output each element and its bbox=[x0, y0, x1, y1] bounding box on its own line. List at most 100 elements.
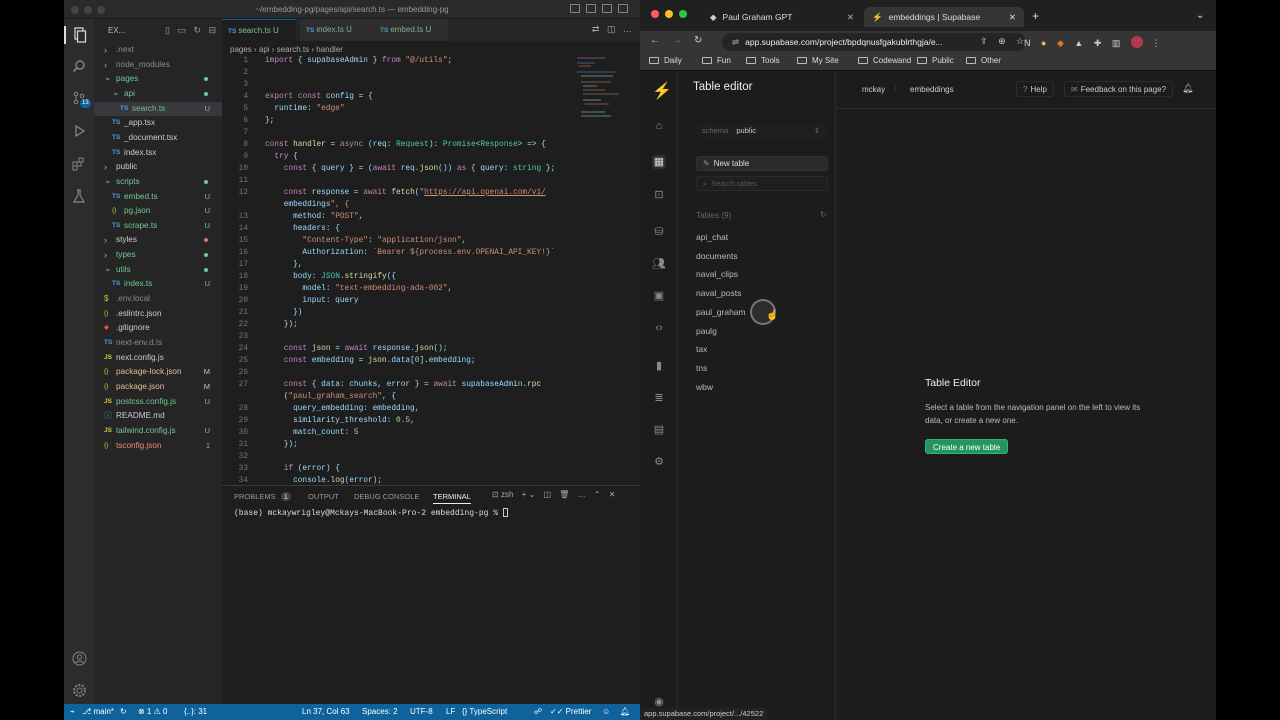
table-item[interactable]: naval_clips bbox=[696, 269, 738, 279]
code-line[interactable]: const json = await response.json(); bbox=[265, 345, 448, 353]
bookmark-star-icon[interactable]: ☆ bbox=[1016, 36, 1024, 46]
logs-icon[interactable]: ≣ bbox=[652, 391, 666, 405]
maximize-panel-icon[interactable]: ⌃ bbox=[594, 490, 601, 499]
code-line[interactable]: const embedding = json.data[0].embedding… bbox=[265, 357, 476, 365]
tree-item[interactable]: › public bbox=[94, 160, 222, 174]
code-line[interactable]: ("paul_graham_search", { bbox=[265, 393, 396, 401]
notifications-bell-icon[interactable]: 🔔︎ bbox=[1182, 83, 1193, 94]
user-profile-icon[interactable]: ◉ bbox=[652, 695, 666, 709]
minimap[interactable] bbox=[575, 55, 625, 125]
code-line[interactable]: }); bbox=[265, 321, 298, 329]
bracket-info[interactable]: {..}: 31 bbox=[184, 704, 207, 720]
extensions-icon[interactable] bbox=[70, 155, 88, 173]
more-icon[interactable]: … bbox=[578, 490, 586, 499]
tree-item[interactable]: TS search.ts U bbox=[94, 101, 222, 116]
database-icon[interactable]: ⛁ bbox=[652, 225, 666, 239]
code-line[interactable]: "Content-Type": "application/json", bbox=[265, 237, 466, 245]
bookmark-public[interactable]: Public bbox=[917, 56, 954, 65]
branch-indicator[interactable]: ⎇ main* bbox=[82, 704, 114, 720]
tree-item[interactable]: {} package.json M bbox=[94, 380, 222, 394]
code-line[interactable]: input: query bbox=[265, 297, 358, 305]
tree-item[interactable]: › styles bbox=[94, 233, 222, 247]
terminal-output[interactable]: (base) mckaywrigley@Mckays-MacBook-Pro-2… bbox=[234, 508, 508, 518]
toggle-secondary-sidebar-icon[interactable] bbox=[602, 4, 612, 13]
tree-item[interactable]: ⓘ README.md bbox=[94, 409, 222, 423]
tree-item[interactable]: {} pg.json U bbox=[94, 204, 222, 218]
code-line[interactable]: headers: { bbox=[265, 225, 340, 233]
code-line[interactable]: import { supabaseAdmin } from "@/utils"; bbox=[265, 57, 452, 65]
tree-item[interactable]: TS scrape.ts U bbox=[94, 219, 222, 233]
testing-icon[interactable] bbox=[70, 187, 88, 205]
code-line[interactable]: }); bbox=[265, 441, 298, 449]
share-icon[interactable]: ⇪ bbox=[980, 36, 988, 46]
accounts-icon[interactable] bbox=[70, 649, 88, 667]
tree-item[interactable]: › node_modules bbox=[94, 58, 222, 72]
code-line[interactable]: export const config = { bbox=[265, 93, 373, 101]
new-folder-icon[interactable]: ▭ bbox=[177, 25, 186, 35]
schema-select[interactable]: schema public ⇕ bbox=[696, 124, 826, 138]
indentation[interactable]: Spaces: 2 bbox=[362, 704, 398, 720]
tree-item[interactable]: TS embed.ts U bbox=[94, 190, 222, 204]
table-item[interactable]: documents bbox=[696, 251, 738, 261]
collapse-all-icon[interactable]: ⊟ bbox=[209, 25, 217, 35]
browser-tab-paul-graham-gpt[interactable]: ◆ Paul Graham GPT ✕ bbox=[702, 7, 862, 27]
more-icon[interactable]: … bbox=[623, 24, 632, 34]
tab-debug-console[interactable]: DEBUG CONSOLE bbox=[354, 492, 419, 501]
code-line[interactable]: const { query } = (await req.json()) as … bbox=[265, 165, 555, 173]
refresh-icon[interactable]: ↻ bbox=[820, 210, 827, 219]
tree-item[interactable]: TS _document.tsx bbox=[94, 131, 222, 145]
zoom-icon[interactable]: ⊕ bbox=[998, 36, 1006, 46]
notifications-icon[interactable]: 🔔︎ bbox=[620, 704, 630, 720]
code-line[interactable]: }, bbox=[265, 261, 302, 269]
close-tab-icon[interactable]: ✕ bbox=[847, 7, 854, 27]
line-endings[interactable]: LF bbox=[446, 704, 455, 720]
tree-item[interactable]: ◆ .gitignore bbox=[94, 321, 222, 335]
close-window-button[interactable] bbox=[651, 10, 659, 18]
code-line[interactable]: const handler = async (req: Request): Pr… bbox=[265, 141, 546, 149]
extension-icon[interactable]: ● bbox=[1041, 38, 1046, 48]
code-line[interactable]: }) bbox=[265, 309, 302, 317]
tree-item[interactable]: ⌄ api bbox=[94, 87, 222, 101]
zoom-window-button[interactable] bbox=[679, 10, 687, 18]
edge-functions-icon[interactable]: ‹› bbox=[652, 321, 666, 335]
table-item[interactable]: wbw bbox=[696, 382, 713, 392]
back-button[interactable]: ← bbox=[650, 35, 660, 46]
bookmark-tools[interactable]: Tools bbox=[746, 56, 780, 65]
run-debug-icon[interactable] bbox=[70, 122, 88, 140]
new-tab-button[interactable]: + bbox=[1032, 9, 1039, 23]
code-line[interactable]: Authorization: `Bearer ${process.env.OPE… bbox=[265, 249, 555, 257]
table-item[interactable]: naval_posts bbox=[696, 288, 741, 298]
bookmark-other[interactable]: Other bbox=[966, 56, 1001, 65]
code-line[interactable]: runtime: "edge" bbox=[265, 105, 344, 113]
table-item[interactable]: api_chat bbox=[696, 232, 728, 242]
table-item[interactable]: tns bbox=[696, 363, 707, 373]
bookmark-fun[interactable]: Fun bbox=[702, 56, 731, 65]
customize-layout-icon[interactable] bbox=[618, 4, 628, 13]
bookmark-codewand[interactable]: Codewand bbox=[858, 56, 911, 65]
remote-indicator-icon[interactable]: ⌁ bbox=[70, 704, 75, 720]
extensions-puzzle-icon[interactable]: ✚ bbox=[1094, 38, 1102, 48]
browser-tab-supabase[interactable]: ⚡ embeddings | Supabase ✕ bbox=[864, 7, 1024, 27]
help-button[interactable]: ? Help bbox=[1016, 81, 1054, 97]
table-item[interactable]: paul_graham bbox=[696, 307, 746, 317]
supabase-logo-icon[interactable]: ⚡ bbox=[652, 84, 672, 100]
tree-item[interactable]: › .next bbox=[94, 43, 222, 57]
chrome-menu-icon[interactable]: ⋮ bbox=[1151, 38, 1160, 48]
tree-item[interactable]: TS next-env.d.ts bbox=[94, 336, 222, 350]
sql-editor-icon[interactable]: ⊡ bbox=[652, 188, 666, 202]
code-line[interactable]: similarity_threshold: 0.5, bbox=[265, 417, 415, 425]
language-mode[interactable]: {} TypeScript bbox=[462, 704, 507, 720]
org-breadcrumb[interactable]: mckay bbox=[862, 85, 885, 94]
notion-extension-icon[interactable]: N bbox=[1024, 38, 1031, 48]
search-tables-input[interactable]: ⌕ Search tables bbox=[696, 176, 828, 191]
split-editor-icon[interactable]: ◫ bbox=[607, 24, 616, 34]
code-line[interactable]: try { bbox=[265, 153, 297, 161]
code-line[interactable]: embeddings", { bbox=[265, 201, 350, 209]
bookmark-daily[interactable]: Daily bbox=[649, 56, 682, 65]
tab-output[interactable]: OUTPUT bbox=[308, 492, 339, 501]
tree-item[interactable]: {} package-lock.json M bbox=[94, 365, 222, 379]
forward-button[interactable]: → bbox=[672, 35, 682, 46]
tree-item[interactable]: JS tailwind.config.js U bbox=[94, 424, 222, 438]
tree-item[interactable]: JS next.config.js bbox=[94, 351, 222, 365]
tree-item[interactable]: {} tsconfig.json 1 bbox=[94, 439, 222, 453]
